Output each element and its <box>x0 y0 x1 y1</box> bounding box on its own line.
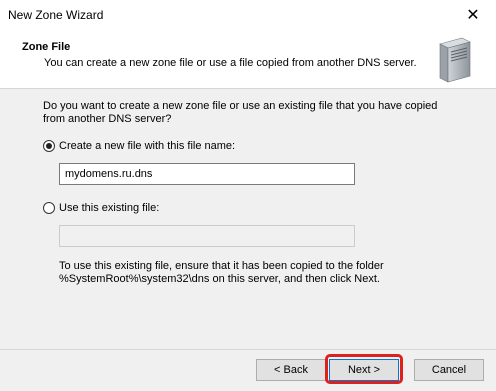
create-new-file-radio[interactable] <box>43 140 55 152</box>
page-subtitle: You can create a new zone file or use a … <box>44 57 417 69</box>
wizard-header: Zone File You can create a new zone file… <box>0 30 496 89</box>
back-button[interactable]: < Back <box>256 359 326 381</box>
title-bar: New Zone Wizard ✕ <box>0 0 496 30</box>
new-file-name-input[interactable]: mydomens.ru.dns <box>59 163 355 185</box>
server-icon <box>439 37 471 83</box>
page-title: Zone File <box>22 41 71 53</box>
wizard-window: New Zone Wizard ✕ Zone File You can crea… <box>0 0 496 391</box>
close-button[interactable]: ✕ <box>450 0 496 30</box>
use-existing-file-radio[interactable] <box>43 202 55 214</box>
use-existing-file-option[interactable]: Use this existing file: <box>43 202 159 214</box>
wizard-body: Do you want to create a new zone file or… <box>0 89 496 349</box>
next-button-highlight <box>325 354 403 384</box>
window-title: New Zone Wizard <box>8 8 104 22</box>
cancel-button[interactable]: Cancel <box>414 359 484 381</box>
create-new-file-label: Create a new file with this file name: <box>59 140 236 152</box>
create-new-file-option[interactable]: Create a new file with this file name: <box>43 140 235 152</box>
existing-file-hint: To use this existing file, ensure that i… <box>59 260 384 285</box>
question-text: Do you want to create a new zone file or… <box>43 100 438 125</box>
use-existing-file-label: Use this existing file: <box>59 202 160 214</box>
existing-file-input <box>59 225 355 247</box>
footer-divider <box>0 349 496 350</box>
close-icon: ✕ <box>466 7 480 24</box>
